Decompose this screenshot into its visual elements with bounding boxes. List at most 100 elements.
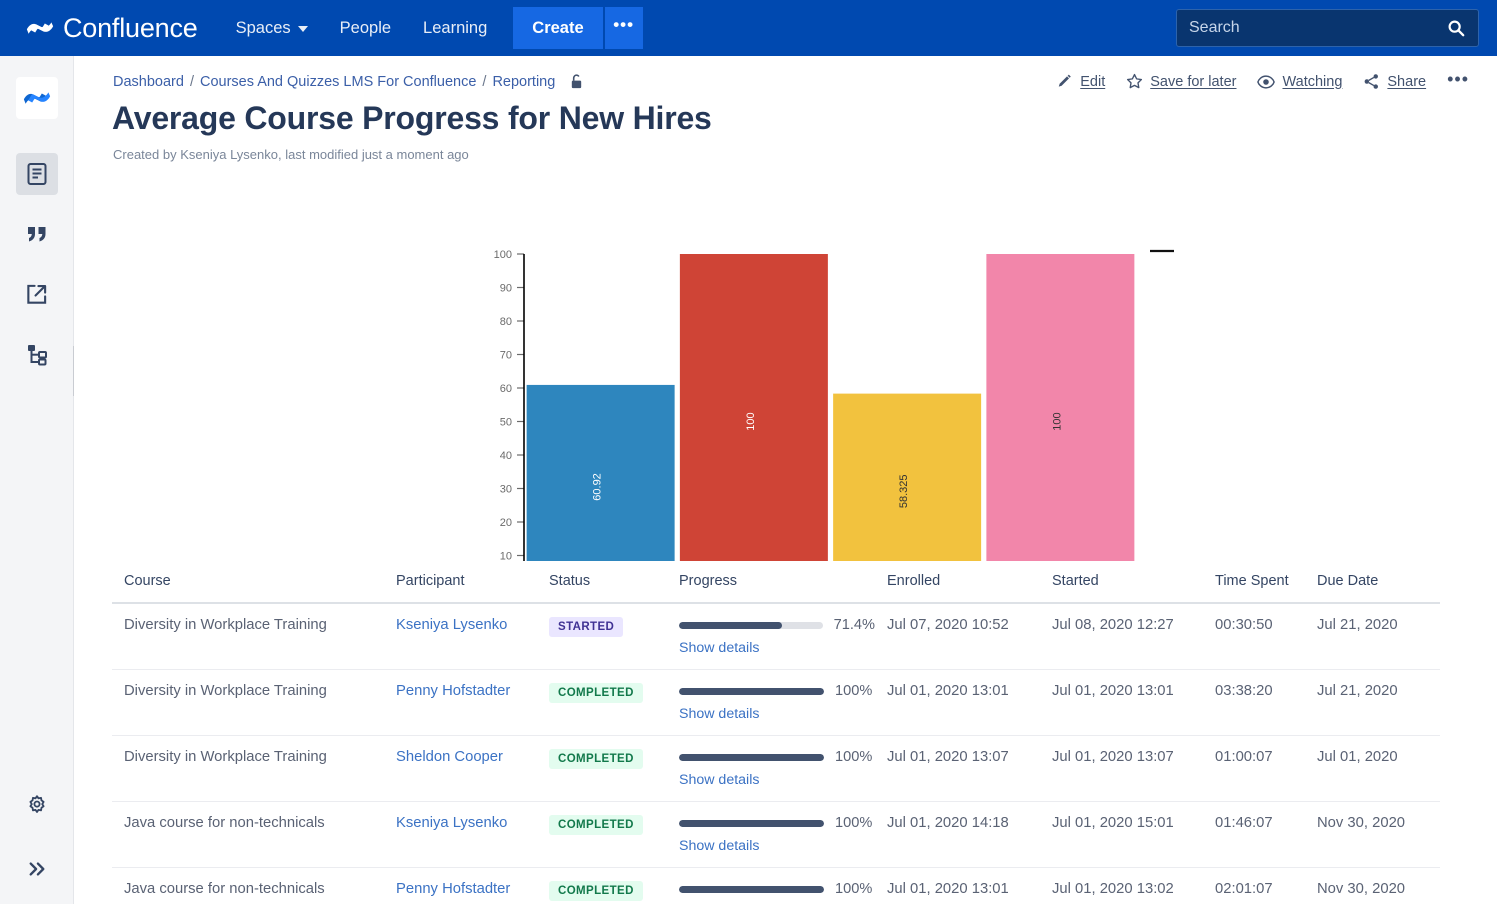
show-details-link[interactable]: Show details: [679, 706, 875, 722]
status-badge: COMPLETED: [549, 881, 643, 901]
create-button[interactable]: Create: [513, 7, 603, 49]
nav-item-spaces[interactable]: Spaces: [220, 0, 324, 56]
cell-started: Jul 01, 2020 13:02: [1040, 867, 1203, 904]
cell-course: Java course for non-technicals: [112, 801, 384, 868]
y-axis-tick-label: 100: [494, 249, 512, 261]
cell-progress: 100% Show details: [667, 801, 875, 868]
participant-link[interactable]: Penny Hofstadter: [396, 881, 510, 897]
sidebar-item-blog[interactable]: [16, 213, 58, 255]
column-header-progress[interactable]: Progress: [667, 573, 875, 604]
nav-more-button[interactable]: •••: [604, 7, 643, 49]
lock-icon[interactable]: [569, 73, 584, 90]
sidebar-item-page-tree[interactable]: [16, 333, 58, 375]
show-details-link[interactable]: Show details: [679, 772, 875, 788]
bar-value-label: 60.92: [592, 473, 604, 501]
average-course-progress-chart: 010203040506070809010060.92Kseniya Lysen…: [74, 181, 1497, 561]
cell-course: Diversity in Workplace Training: [112, 669, 384, 736]
bar-value-label: 100: [745, 412, 757, 430]
breadcrumb-separator: /: [482, 73, 487, 90]
participant-link[interactable]: Sheldon Cooper: [396, 749, 503, 765]
progress-bar: [679, 687, 824, 695]
cell-progress: 71.4% Show details: [667, 603, 875, 670]
column-header-enrolled[interactable]: Enrolled: [875, 573, 1040, 604]
column-header-course[interactable]: Course: [112, 573, 384, 604]
cell-time-spent: 00:30:50: [1203, 603, 1305, 670]
course-progress-table-wrapper: Course Participant Status Progress Enrol…: [112, 573, 1484, 904]
watching-button-label: Watching: [1282, 73, 1343, 90]
chart-bar[interactable]: [526, 384, 675, 561]
y-axis-tick-label: 70: [500, 350, 512, 362]
show-details-link[interactable]: Show details: [679, 838, 875, 854]
page-tree-icon: [27, 344, 47, 365]
status-badge: COMPLETED: [549, 815, 643, 835]
chart-bar[interactable]: [679, 254, 828, 561]
page-metadata: Created by Kseniya Lysenko, last modifie…: [113, 147, 469, 162]
breadcrumb-separator: /: [189, 73, 194, 90]
cell-due-date: Nov 30, 2020: [1305, 801, 1440, 868]
search-input[interactable]: [1177, 18, 1447, 38]
chart-bar[interactable]: [986, 254, 1135, 561]
nav-item-spaces-label: Spaces: [235, 18, 291, 37]
column-header-participant[interactable]: Participant: [384, 573, 537, 604]
cell-started: Jul 01, 2020 15:01: [1040, 801, 1203, 868]
save-for-later-button[interactable]: Save for later: [1126, 73, 1236, 90]
cell-enrolled: Jul 01, 2020 14:18: [875, 801, 1040, 868]
breadcrumb-item-dashboard[interactable]: Dashboard: [113, 74, 184, 90]
star-icon: [1127, 73, 1143, 89]
search-icon[interactable]: [1447, 19, 1465, 37]
table-row: Java course for non-technicals Kseniya Ly…: [112, 801, 1440, 868]
table-row: Diversity in Workplace Training Kseniya L…: [112, 603, 1440, 670]
edit-button-label: Edit: [1080, 73, 1106, 90]
progress-bar: [679, 753, 824, 761]
show-details-link[interactable]: Show details: [679, 640, 875, 656]
y-axis-tick-label: 30: [500, 484, 512, 496]
confluence-brand[interactable]: Confluence: [26, 13, 198, 44]
cell-started: Jul 01, 2020 13:07: [1040, 735, 1203, 802]
status-badge: COMPLETED: [549, 749, 643, 769]
breadcrumb-item-space[interactable]: Courses And Quizzes LMS For Confluence: [200, 74, 476, 90]
sidebar-expand-button[interactable]: [16, 848, 58, 890]
table-row: Java course for non-technicals Penny Hofs…: [112, 867, 1440, 904]
progress-bar: [679, 621, 823, 629]
search-box[interactable]: [1176, 9, 1479, 47]
column-header-started[interactable]: Started: [1040, 573, 1203, 604]
cell-progress: 100% Show details: [667, 735, 875, 802]
progress-percent: 100%: [835, 683, 873, 699]
left-sidebar: [0, 56, 76, 904]
nav-item-people[interactable]: People: [324, 0, 407, 56]
breadcrumb: Dashboard / Courses And Quizzes LMS For …: [113, 73, 584, 90]
watching-button[interactable]: Watching: [1257, 74, 1342, 90]
cell-enrolled: Jul 01, 2020 13:01: [875, 669, 1040, 736]
nav-item-learning[interactable]: Learning: [407, 0, 503, 56]
edit-button[interactable]: Edit: [1057, 74, 1105, 90]
participant-link[interactable]: Kseniya Lysenko: [396, 617, 507, 633]
column-header-due-date[interactable]: Due Date: [1305, 573, 1440, 604]
nav-item-learning-label: Learning: [423, 18, 488, 37]
sidebar-item-shortcuts[interactable]: [16, 273, 58, 315]
page-actions: Edit Save for later Watching Share •••: [1057, 70, 1469, 90]
page-title: Average Course Progress for New Hires: [112, 100, 712, 136]
breadcrumb-item-reporting[interactable]: Reporting: [492, 74, 555, 90]
pencil-edit-icon: [1059, 74, 1072, 87]
share-button[interactable]: Share: [1363, 73, 1426, 90]
participant-link[interactable]: Kseniya Lysenko: [396, 815, 507, 831]
y-axis-tick-label: 90: [500, 283, 512, 295]
cell-progress: 100% Show details: [667, 669, 875, 736]
sidebar-home-logo[interactable]: [15, 77, 58, 119]
confluence-logo-icon: [23, 92, 50, 104]
sidebar-settings-button[interactable]: [16, 784, 58, 826]
sidebar-item-pages[interactable]: [15, 153, 58, 195]
bar-chart-svg: 010203040506070809010060.92Kseniya Lysen…: [494, 249, 1174, 562]
eye-watch-icon: [1257, 74, 1276, 89]
share-icon: [1365, 74, 1379, 89]
y-axis-tick-label: 10: [500, 551, 512, 562]
sidebar-bottom-actions: [0, 784, 74, 890]
external-link-icon: [27, 284, 47, 304]
column-header-time-spent[interactable]: Time Spent: [1203, 573, 1305, 604]
table-header-row: Course Participant Status Progress Enrol…: [112, 573, 1440, 604]
column-header-status[interactable]: Status: [537, 573, 667, 604]
page-more-actions-button[interactable]: •••: [1447, 70, 1469, 89]
status-badge: COMPLETED: [549, 683, 643, 703]
cell-due-date: Jul 21, 2020: [1305, 603, 1440, 670]
participant-link[interactable]: Penny Hofstadter: [396, 683, 510, 699]
